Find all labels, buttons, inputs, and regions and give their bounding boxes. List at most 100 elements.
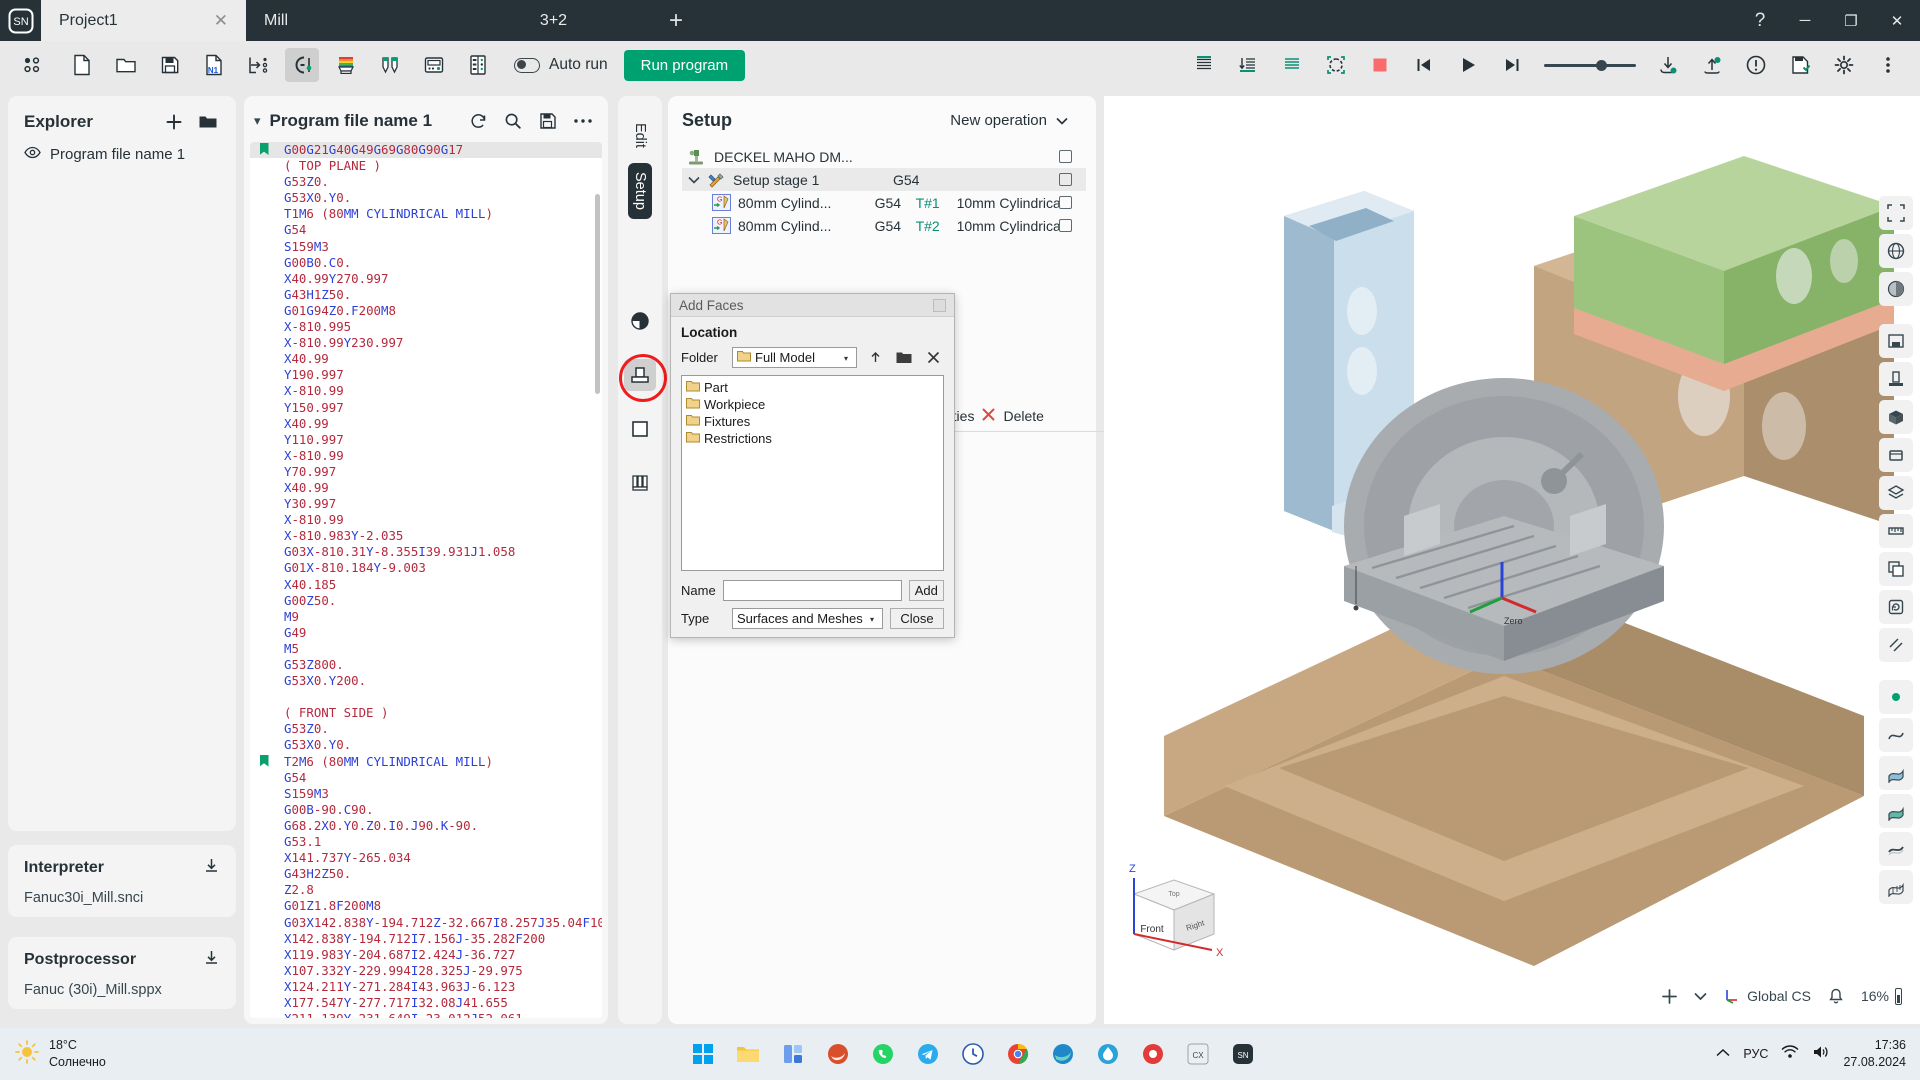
gcode-line[interactable]: G01X-810.184Y-9.003 (250, 560, 602, 576)
tab-mill[interactable]: Mill (246, 0, 451, 41)
gcode-gutter[interactable] (250, 496, 278, 497)
machine-body-icon[interactable] (1879, 362, 1913, 396)
edge-button[interactable] (1046, 1037, 1080, 1071)
gcode-line[interactable] (250, 689, 602, 705)
edge-dev-button[interactable] (821, 1037, 855, 1071)
chevron-down-icon[interactable]: ▾ (865, 612, 879, 626)
bookmark-icon[interactable] (259, 754, 269, 767)
rail-tab-edit[interactable]: Edit (628, 114, 652, 157)
gcode-gutter[interactable] (250, 335, 278, 336)
chevron-down-icon[interactable]: ▾ (254, 113, 261, 129)
gcode-line[interactable]: G53Z0. (250, 174, 602, 190)
folder-up-button[interactable] (864, 347, 886, 368)
gcode-gutter[interactable] (250, 512, 278, 513)
arrow-up-cloud-icon[interactable] (1695, 48, 1729, 82)
gcode-line[interactable]: G53Z800. (250, 657, 602, 673)
gcode-line[interactable]: G01G94Z0.F200M8 (250, 303, 602, 319)
gcode-gutter[interactable] (250, 142, 278, 155)
whatsapp-button[interactable] (866, 1037, 900, 1071)
gcode-gutter[interactable] (250, 850, 278, 851)
gcode-gutter[interactable] (250, 303, 278, 304)
gcode-line[interactable]: G43H2Z50. (250, 866, 602, 882)
gcode-gutter[interactable] (250, 802, 278, 803)
clock-app-button[interactable] (956, 1037, 990, 1071)
gcode-line[interactable]: G00Z50. (250, 593, 602, 609)
gcode-line[interactable]: G53Z0. (250, 721, 602, 737)
gcode-line[interactable]: X-810.99 (250, 383, 602, 399)
gcode-gutter[interactable] (250, 882, 278, 883)
gcode-line[interactable]: G00G21G40G49G69G80G90G17 (250, 142, 602, 159)
tool-pair-icon[interactable] (373, 48, 407, 82)
gcode-gutter[interactable] (250, 754, 278, 767)
color-stack-icon[interactable] (329, 48, 363, 82)
gcode-line[interactable]: G03X142.838Y-194.712Z-32.667I8.257J35.04… (250, 915, 602, 931)
close-x-icon[interactable] (922, 347, 944, 368)
operation-checkbox[interactable] (1059, 196, 1073, 209)
gcode-line-list[interactable]: G00G21G40G49G69G80G90G17( TOP PLANE ) G53… (250, 142, 602, 1018)
gcode-line[interactable]: ( TOP PLANE ) (250, 158, 602, 174)
gcode-line[interactable]: X177.547Y-277.717I32.08J41.655 (250, 995, 602, 1011)
gcode-line[interactable]: T1M6 (80MM CYLINDRICAL MILL) (250, 206, 602, 222)
eye-icon[interactable] (24, 146, 41, 163)
gear-icon[interactable] (1827, 48, 1861, 82)
gcode-gutter[interactable] (250, 737, 278, 738)
type-select[interactable]: Surfaces and Meshes ▾ (732, 608, 883, 629)
gcode-line[interactable]: X40.99Y270.997 (250, 271, 602, 287)
save-disk-icon[interactable] (153, 48, 187, 82)
gcode-line[interactable]: T2M6 (80MM CYLINDRICAL MILL) (250, 754, 602, 770)
gcode-gutter[interactable] (250, 818, 278, 819)
gcode-line[interactable]: G00B-90.C90. (250, 802, 602, 818)
new-file-icon[interactable] (65, 48, 99, 82)
tab-project1[interactable]: Project1 ✕ (41, 0, 246, 41)
curve-select-icon[interactable] (1879, 718, 1913, 752)
lines-sort-icon[interactable] (1231, 48, 1265, 82)
add-tab-button[interactable]: + (656, 0, 696, 41)
gcode-gutter[interactable] (250, 866, 278, 867)
auto-run-toggle[interactable]: Auto run (514, 56, 608, 74)
record-button[interactable] (1136, 1037, 1170, 1071)
gcode-gutter[interactable] (250, 174, 278, 175)
gcode-gutter[interactable] (250, 786, 278, 787)
kebab-menu-icon[interactable] (1871, 48, 1905, 82)
gcode-gutter[interactable] (250, 383, 278, 384)
surface-select-icon[interactable] (1879, 756, 1913, 790)
gcode-line[interactable]: S159M3 (250, 786, 602, 802)
axis-cube[interactable]: Front Right Top Z X (1116, 852, 1236, 962)
gcode-gutter[interactable] (250, 1011, 278, 1012)
add-button[interactable]: Add (908, 580, 944, 601)
start-button[interactable] (686, 1037, 720, 1071)
gcode-gutter[interactable] (250, 432, 278, 433)
gcode-line[interactable]: X107.332Y-229.994I28.325J-29.975 (250, 963, 602, 979)
download-icon[interactable] (203, 949, 220, 971)
gcode-gutter[interactable] (250, 625, 278, 626)
gcode-line[interactable]: Y70.997 (250, 464, 602, 480)
volume-icon[interactable] (1812, 1045, 1830, 1064)
gcode-line[interactable]: ( FRONT SIDE ) (250, 705, 602, 721)
view-dropdown-button[interactable] (1694, 992, 1707, 1001)
gcode-line[interactable]: G53X0.Y200. (250, 673, 602, 689)
gcode-line[interactable]: G49 (250, 625, 602, 641)
gcode-line[interactable]: S159M3 (250, 239, 602, 255)
gcode-gutter[interactable] (250, 963, 278, 964)
gcode-gutter[interactable] (250, 319, 278, 320)
mesh-select-icon[interactable] (1879, 870, 1913, 904)
save-disk-icon[interactable] (535, 108, 561, 134)
chevron-down-icon[interactable] (1056, 112, 1068, 129)
gcode-gutter[interactable] (250, 609, 278, 610)
vise-jaws-icon[interactable] (624, 467, 656, 499)
skip-forward-icon[interactable] (1495, 48, 1529, 82)
gcode-line[interactable]: X141.737Y-265.034 (250, 850, 602, 866)
gcode-line[interactable]: M9 (250, 609, 602, 625)
point-select-icon[interactable] (1879, 680, 1913, 714)
dialog-titlebar[interactable]: Add Faces (671, 294, 954, 317)
close-button[interactable]: Close (890, 608, 944, 629)
gcode-line[interactable]: Y190.997 (250, 367, 602, 383)
gcode-line[interactable]: X40.185 (250, 577, 602, 593)
gcode-gutter[interactable] (250, 400, 278, 401)
gcode-line[interactable]: G43H1Z50. (250, 287, 602, 303)
cam-app-button[interactable]: CX (1181, 1037, 1215, 1071)
gcode-line[interactable]: X119.983Y-204.687I2.424J-36.727 (250, 947, 602, 963)
copy-view-icon[interactable] (1879, 552, 1913, 586)
sphere-view-icon[interactable] (1879, 234, 1913, 268)
viewport-3d[interactable]: Zero Front Right Top Z X Global CS 16% (1104, 96, 1920, 1024)
